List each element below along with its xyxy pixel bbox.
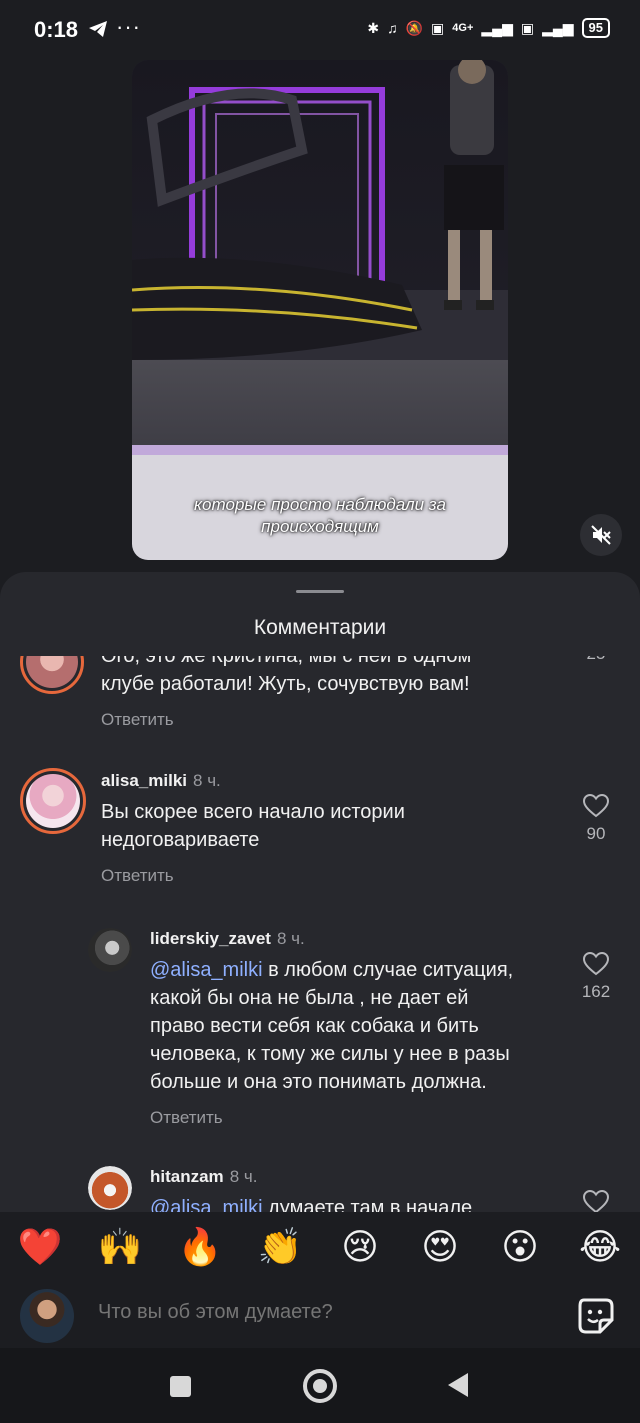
heart-icon [583, 1190, 609, 1212]
reply-button[interactable]: Ответить [101, 710, 174, 730]
comment-text-line2: недоговариваете [101, 829, 260, 851]
comments-sheet: Комментарии Ого, это же Кристина, мы с н… [0, 572, 640, 1212]
network-type: 4G+ [452, 22, 474, 34]
comment-text-line1: Ого, это же Кристина, мы с ней в одном [101, 656, 472, 667]
sheet-title: Комментарии [253, 616, 387, 639]
my-avatar[interactable] [20, 1289, 74, 1343]
video-player[interactable]: которые просто наблюдали за происходящим [132, 60, 508, 560]
silent-icon: 🔕 [405, 19, 424, 36]
like-button[interactable]: 90 [576, 794, 616, 844]
status-time: 0:18 [34, 17, 79, 42]
telegram-icon [89, 21, 107, 37]
sticker-icon[interactable] [576, 1296, 616, 1336]
comment-text-line3: право вести себя как собака и бить [150, 1015, 479, 1037]
volte-icon-2: ▣ [520, 19, 535, 36]
comment-text-line1: @alisa_milki думаете там в начале [150, 1194, 472, 1212]
like-button[interactable]: 162 [576, 952, 616, 1002]
comment-time: 8 ч. [276, 929, 305, 948]
raised-hands-reaction-icon[interactable]: 🙌 [90, 1227, 150, 1267]
comments-list[interactable]: Ого, это же Кристина, мы с ней в одном к… [0, 656, 640, 1212]
mute-button[interactable] [580, 514, 622, 556]
video-subtitle-line1: которые просто наблюдали за [194, 495, 446, 514]
username[interactable]: liderskiy_zavet [150, 929, 271, 948]
clapping-reaction-icon[interactable]: 👏 [250, 1227, 310, 1267]
signal-icon: ▂▄▆ [481, 19, 513, 36]
reply-button[interactable]: Ответить [101, 866, 174, 886]
comment-text-line5: больше и она это понимать должна. [150, 1071, 487, 1093]
avatar[interactable] [88, 928, 132, 972]
status-indicators: ✱ ♫ 🔕 ▣ 4G+ ▂▄▆ ▣ ▂▄▆ 95 [367, 18, 610, 38]
video-frame [132, 60, 508, 560]
comment-author[interactable]: liderskiy_zavet 8 ч. [150, 929, 305, 949]
comment-time: 8 ч. [193, 771, 221, 790]
mention-link[interactable]: @alisa_milki [150, 1197, 263, 1212]
heart-reaction-icon[interactable]: ❤️ [10, 1227, 70, 1267]
comment-author[interactable]: hitanzam 8 ч. [150, 1167, 257, 1187]
comment-time: 8 ч. [229, 1167, 258, 1186]
laughing-reaction-icon[interactable]: 😂 [570, 1227, 630, 1267]
comment-input-bar [0, 1282, 640, 1348]
like-button[interactable] [576, 1190, 616, 1212]
home-button[interactable] [303, 1369, 337, 1403]
system-nav-bar [0, 1348, 640, 1423]
bluetooth-icon: ✱ [367, 19, 380, 36]
avatar[interactable] [88, 1166, 132, 1210]
comment-input[interactable] [96, 1300, 520, 1325]
surprised-reaction-icon[interactable]: 😮 [490, 1227, 550, 1267]
comment-author[interactable]: alisa_milki 8 ч. [101, 771, 221, 791]
video-area: которые просто наблюдали за происходящим [0, 60, 640, 580]
fire-reaction-icon[interactable]: 🔥 [170, 1227, 230, 1267]
sheet-drag-handle[interactable] [296, 590, 344, 593]
signal-icon-2: ▂▄▆ [542, 19, 574, 36]
avatar[interactable] [20, 656, 84, 694]
reply-button[interactable]: Ответить [150, 1108, 223, 1128]
like-count: 25 [576, 656, 616, 664]
like-button[interactable]: 25 [576, 656, 616, 664]
like-count: 162 [581, 982, 611, 1001]
comment-text-line2: какой бы она не была , не дает ей [150, 987, 469, 1009]
heart-icon [583, 794, 609, 818]
mention-link[interactable]: @alisa_milki [150, 959, 263, 981]
crying-reaction-icon[interactable]: 😢 [330, 1227, 390, 1267]
username[interactable]: alisa_milki [101, 771, 187, 790]
status-bar: 0:18 ··· ✱ ♫ 🔕 ▣ 4G+ ▂▄▆ ▣ ▂▄▆ 95 [0, 0, 640, 60]
like-count: 90 [586, 824, 606, 843]
comment-text-line4: человека, к тому же силы у нее в разы [150, 1043, 510, 1065]
heart-eyes-reaction-icon[interactable]: 😍 [410, 1227, 470, 1267]
back-button[interactable] [448, 1373, 468, 1397]
comment-text-line1: Вы скорее всего начало истории [101, 801, 405, 823]
heart-icon [583, 952, 609, 976]
comment-text-line1: @alisa_milki в любом случае ситуация, [150, 959, 514, 981]
username[interactable]: hitanzam [150, 1167, 224, 1186]
quick-reactions-bar: ❤️ 🙌 🔥 👏 😢 😍 😮 😂 [0, 1212, 640, 1282]
battery-indicator: 95 [581, 18, 610, 38]
video-subtitle-line2: происходящим [261, 517, 379, 536]
volte-icon: ▣ [431, 19, 445, 36]
comment-text-line2: клубе работали! Жуть, сочувствую вам! [101, 673, 470, 695]
avatar[interactable] [20, 768, 86, 834]
headset-icon: ♫ [387, 20, 398, 36]
speaker-muted-icon [591, 525, 611, 545]
more-notifications-icon: ··· [116, 14, 141, 39]
recents-button[interactable] [170, 1376, 191, 1397]
